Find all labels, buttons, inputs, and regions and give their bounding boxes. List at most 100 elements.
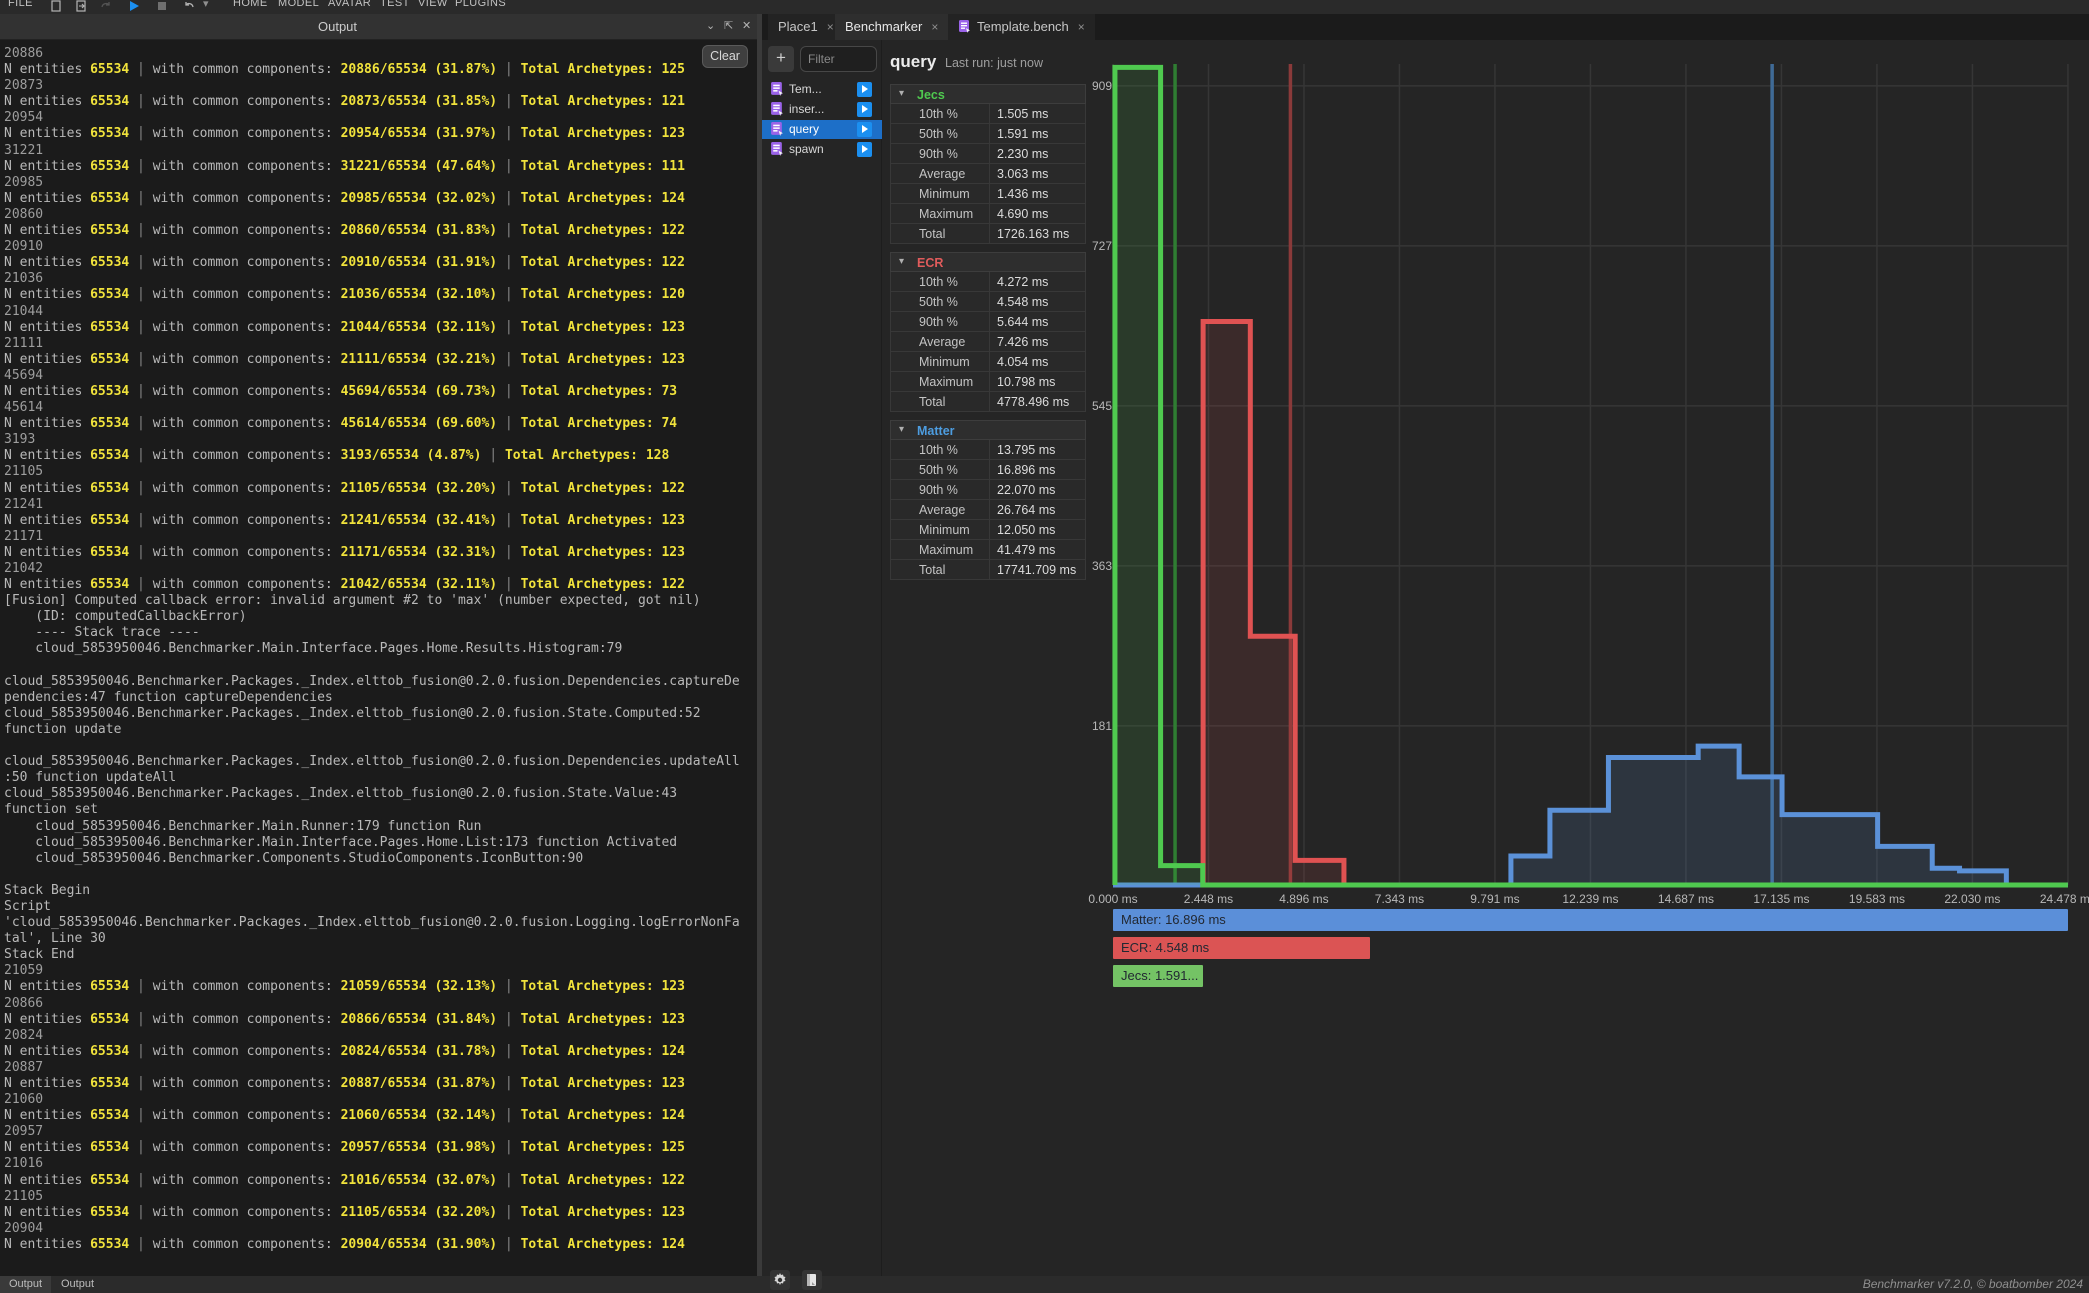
tab-place1[interactable]: Place1× bbox=[768, 14, 844, 40]
console-line: cloud_5853950046.Benchmarker.Packages._I… bbox=[4, 706, 757, 722]
output-bottom-tab[interactable]: Output bbox=[52, 1276, 103, 1293]
benchmark-item-inser[interactable]: inser... bbox=[762, 100, 882, 119]
close-icon[interactable]: × bbox=[827, 20, 834, 34]
redo-icon[interactable] bbox=[100, 0, 112, 12]
console-entities-line: N entities 65534 │ with common component… bbox=[4, 448, 757, 464]
docs-book-icon[interactable] bbox=[802, 1270, 822, 1290]
console-count-line: 20824 bbox=[4, 1028, 757, 1044]
undo-icon[interactable] bbox=[183, 0, 195, 12]
script-icon bbox=[770, 122, 784, 141]
stat-row: 10th %1.505 ms bbox=[890, 104, 1086, 124]
run-benchmark-button[interactable] bbox=[857, 82, 872, 97]
output-bottom-tab[interactable]: Output bbox=[0, 1276, 51, 1293]
stat-row: 50th %1.591 ms bbox=[890, 124, 1086, 144]
close-icon[interactable]: × bbox=[931, 20, 938, 34]
last-run-label: Last run: just now bbox=[945, 56, 1043, 70]
close-icon[interactable]: ✕ bbox=[742, 21, 751, 32]
console-count-line: 21042 bbox=[4, 561, 757, 577]
console-count-line: 21036 bbox=[4, 271, 757, 287]
console-line: Stack Begin bbox=[4, 883, 757, 899]
console-count-line: 21171 bbox=[4, 529, 757, 545]
status-bar: Output Output bbox=[0, 1276, 2089, 1293]
run-benchmark-button[interactable] bbox=[857, 122, 872, 137]
y-axis-tick-label: 545 bbox=[1086, 399, 1112, 413]
settings-gear-icon[interactable] bbox=[770, 1270, 790, 1290]
console-line bbox=[4, 658, 757, 674]
stats-section-header-jecs[interactable]: ▾Jecs bbox=[890, 84, 1086, 104]
add-benchmark-button[interactable]: + bbox=[768, 46, 794, 72]
benchmark-list-panel: + Tem... inser... query spawn bbox=[762, 40, 882, 1276]
console-count-line: 21016 bbox=[4, 1156, 757, 1172]
console-count-line: 21044 bbox=[4, 304, 757, 320]
legend-bar-jecs: Jecs: 1.591... bbox=[1113, 965, 1203, 987]
menu-file[interactable]: FILE bbox=[8, 0, 33, 9]
stat-row: Minimum1.436 ms bbox=[890, 184, 1086, 204]
console-entities-line: N entities 65534 │ with common component… bbox=[4, 1205, 757, 1221]
y-axis-tick-label: 363 bbox=[1086, 559, 1112, 573]
benchmark-item-label: spawn bbox=[789, 142, 824, 156]
benchmark-item-label: Tem... bbox=[789, 82, 822, 96]
y-axis-tick-label: 181 bbox=[1086, 719, 1112, 733]
stat-row: Average3.063 ms bbox=[890, 164, 1086, 184]
stat-row: Average26.764 ms bbox=[890, 500, 1086, 520]
benchmark-items: Tem... inser... query spawn bbox=[762, 80, 882, 160]
script-icon bbox=[770, 82, 784, 101]
collapse-icon[interactable]: ⌄ bbox=[706, 21, 715, 32]
chevron-down-icon[interactable]: ▾ bbox=[203, 0, 209, 10]
menu-home[interactable]: HOME bbox=[233, 0, 268, 9]
console-entities-line: N entities 65534 │ with common component… bbox=[4, 255, 757, 271]
stat-row: 50th %16.896 ms bbox=[890, 460, 1086, 480]
console-count-line: 31221 bbox=[4, 143, 757, 159]
benchmark-item-query[interactable]: query bbox=[762, 120, 882, 139]
menu-test[interactable]: TEST bbox=[380, 0, 410, 9]
stats-section-header-ecr[interactable]: ▾ECR bbox=[890, 252, 1086, 272]
console-line: cloud_5853950046.Benchmarker.Packages._I… bbox=[4, 754, 757, 770]
play-icon[interactable] bbox=[128, 0, 140, 12]
output-panel: Output ⌄ ⇱ ✕ 20886N entities 65534 │ wit… bbox=[0, 14, 757, 1276]
benchmark-item-label: inser... bbox=[789, 102, 824, 116]
console-line: function set bbox=[4, 802, 757, 818]
console-count-line: 45614 bbox=[4, 400, 757, 416]
run-benchmark-button[interactable] bbox=[857, 142, 872, 157]
console-entities-line: N entities 65534 │ with common component… bbox=[4, 94, 757, 110]
filter-input[interactable] bbox=[800, 46, 877, 72]
menu-model[interactable]: MODEL bbox=[278, 0, 319, 9]
console-count-line: 20985 bbox=[4, 175, 757, 191]
menu-plugins[interactable]: PLUGINS bbox=[455, 0, 506, 9]
run-benchmark-button[interactable] bbox=[857, 102, 872, 117]
y-axis-tick-label: 727 bbox=[1086, 239, 1112, 253]
stat-row: 10th %4.272 ms bbox=[890, 272, 1086, 292]
tab-benchmarker[interactable]: Benchmarker× bbox=[835, 14, 948, 40]
menu-avatar[interactable]: AVATAR bbox=[328, 0, 371, 9]
console-count-line: 21060 bbox=[4, 1092, 757, 1108]
stat-row: Maximum41.479 ms bbox=[890, 540, 1086, 560]
undock-icon[interactable]: ⇱ bbox=[724, 21, 733, 32]
output-panel-title: Output bbox=[318, 19, 357, 34]
console-entities-line: N entities 65534 │ with common component… bbox=[4, 126, 757, 142]
stop-icon[interactable] bbox=[156, 0, 168, 12]
menu-view[interactable]: VIEW bbox=[418, 0, 448, 9]
script-icon bbox=[958, 16, 971, 42]
console-line: ---- Stack trace ---- bbox=[4, 625, 757, 641]
console-entities-line: N entities 65534 │ with common component… bbox=[4, 384, 757, 400]
benchmark-item-tem[interactable]: Tem... bbox=[762, 80, 882, 99]
histogram-chart: 9097275453631810.000 ms2.448 ms4.896 ms7… bbox=[1086, 40, 2089, 1050]
console-entities-line: N entities 65534 │ with common component… bbox=[4, 320, 757, 336]
new-file-icon[interactable] bbox=[50, 0, 62, 12]
script-icon bbox=[770, 102, 784, 121]
tab-template-bench[interactable]: Template.bench× bbox=[948, 14, 1095, 40]
x-axis-tick-label: 4.896 ms bbox=[1266, 892, 1342, 906]
x-axis-tick-label: 2.448 ms bbox=[1170, 892, 1246, 906]
open-file-icon[interactable] bbox=[75, 0, 87, 12]
clear-button[interactable]: Clear bbox=[702, 45, 748, 68]
console-line: pendencies:47 function captureDependenci… bbox=[4, 690, 757, 706]
benchmark-item-spawn[interactable]: spawn bbox=[762, 140, 882, 159]
close-icon[interactable]: × bbox=[1078, 20, 1085, 34]
console-entities-line: N entities 65534 │ with common component… bbox=[4, 159, 757, 175]
x-axis-tick-label: 12.239 ms bbox=[1552, 892, 1628, 906]
console-line: Script bbox=[4, 899, 757, 915]
console-line bbox=[4, 867, 757, 883]
stat-row: 90th %22.070 ms bbox=[890, 480, 1086, 500]
stats-section-header-matter[interactable]: ▾Matter bbox=[890, 420, 1086, 440]
console-line bbox=[4, 738, 757, 754]
